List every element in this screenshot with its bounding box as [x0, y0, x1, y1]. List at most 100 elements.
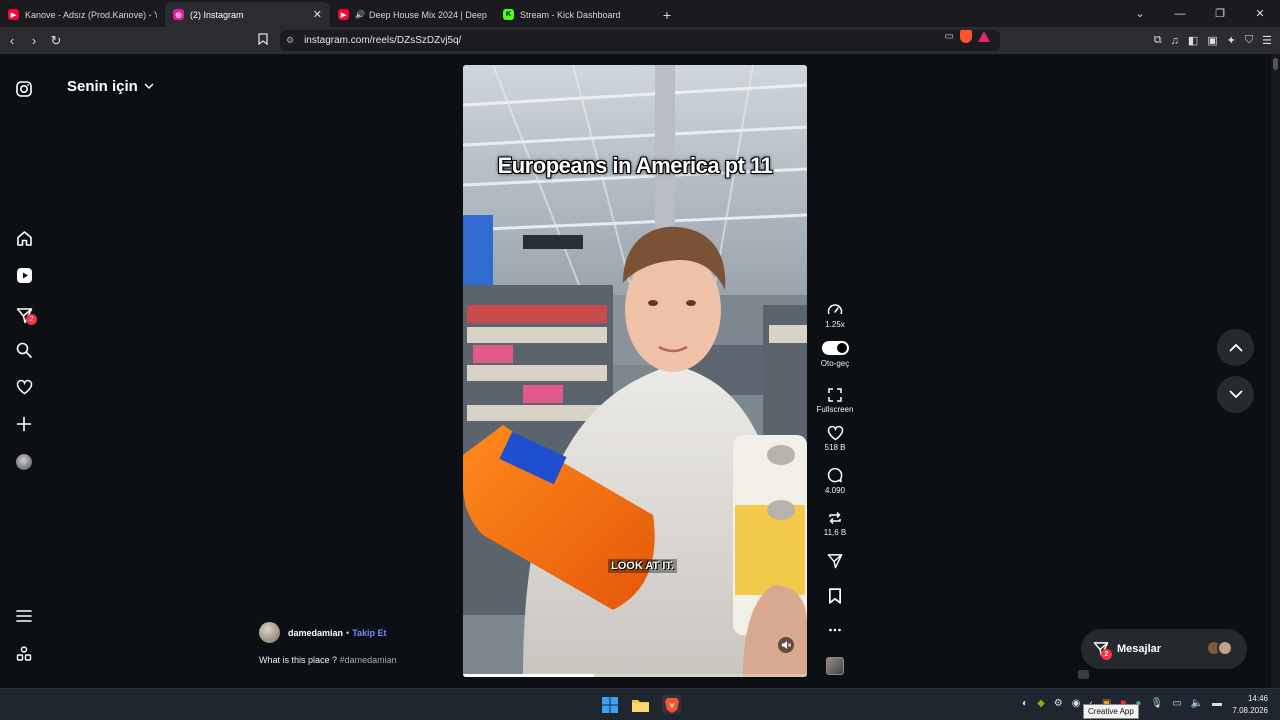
file-explorer-icon[interactable] [631, 695, 650, 714]
tab-title: Kanove - Adsız (Prod.Kanove) - YouTube [25, 9, 157, 20]
save-button[interactable] [815, 588, 855, 606]
instagram-logo-icon[interactable] [14, 79, 34, 99]
notifications-heart-icon[interactable] [14, 377, 34, 397]
share-button[interactable] [815, 553, 855, 571]
author-username[interactable]: damedamian [288, 628, 343, 638]
brave-browser-icon[interactable] [662, 695, 681, 714]
nvidia-icon[interactable]: ◆ [1037, 698, 1045, 709]
tab-list-chevron-icon[interactable]: ⌄ [1120, 7, 1160, 20]
close-tab-icon[interactable]: ✕ [313, 8, 322, 21]
vpn-icon[interactable]: ⛉ [1245, 34, 1253, 47]
home-icon[interactable] [14, 228, 34, 248]
wallet-icon[interactable]: ▣ [1207, 34, 1217, 47]
reload-button[interactable]: ↻ [46, 33, 66, 49]
battery-icon[interactable]: ▬ [1212, 698, 1222, 709]
comment-button[interactable]: 4.090 [815, 468, 855, 495]
audio-thumbnail-image [826, 657, 844, 675]
discord-icon[interactable]: ◉ [1072, 698, 1081, 709]
caption-text: What is this place ? [259, 655, 338, 665]
messages-icon[interactable]: 2 [14, 305, 37, 325]
autoplay-toggle[interactable]: Oto-geç [815, 341, 855, 368]
menu-icon[interactable] [14, 606, 34, 626]
new-tab-button[interactable]: + [655, 2, 679, 27]
messages-panel-button[interactable]: 2 Mesajlar [1081, 629, 1247, 669]
author-avatar[interactable] [259, 622, 280, 643]
audio-thumbnail[interactable] [815, 657, 855, 675]
reel-video-player[interactable]: Europeans in America pt 11 LOOK AT IT. [463, 65, 807, 677]
tab-strip: ▶ Kanove - Adsız (Prod.Kanove) - YouTube… [0, 0, 1280, 27]
media-icon[interactable]: ♫ [1171, 35, 1179, 47]
reels-icon[interactable] [14, 265, 34, 285]
more-apps-icon[interactable] [14, 644, 34, 664]
search-icon[interactable] [14, 340, 34, 360]
floating-square-icon[interactable] [1078, 670, 1089, 679]
send-icon [827, 554, 843, 569]
speaker-icon[interactable]: 🔊 [355, 10, 365, 19]
feed-selector[interactable]: Senin için [67, 78, 154, 95]
profile-avatar[interactable] [14, 452, 34, 472]
minimize-button[interactable]: — [1160, 8, 1200, 20]
fullscreen-button[interactable]: Fullscreen [815, 387, 855, 414]
mute-icon[interactable] [778, 637, 794, 653]
tab-youtube-kanove[interactable]: ▶ Kanove - Adsız (Prod.Kanove) - YouTube [0, 2, 165, 27]
network-icon[interactable]: ▭ [1172, 698, 1181, 709]
heart-icon [827, 425, 843, 441]
windows-start-icon[interactable] [600, 695, 619, 714]
site-settings-icon[interactable]: ⚙ [286, 35, 294, 46]
fullscreen-icon [828, 388, 842, 402]
tab-kick[interactable]: K Stream - Kick Dashboard [495, 2, 655, 27]
close-window-button[interactable]: ✕ [1240, 7, 1280, 20]
brave-shields-icon[interactable] [960, 30, 972, 43]
create-icon[interactable] [14, 414, 34, 434]
microphone-icon[interactable]: 🎙 [1150, 698, 1163, 709]
youtube-favicon-icon: ▶ [8, 9, 19, 20]
contact-avatar [1217, 640, 1233, 656]
toggle-switch[interactable] [821, 341, 849, 355]
messages-badge: 2 [26, 314, 37, 325]
cast-icon[interactable]: ▭ [945, 31, 954, 42]
toolbar-extensions: ⧉ ♫ ◧ ▣ ✦ ⛉ ☰ [1154, 27, 1272, 54]
taskbar-apps [600, 695, 681, 714]
leo-ai-icon[interactable]: ✦ [1227, 34, 1236, 47]
caption-hashtag[interactable]: #damedamian [340, 655, 397, 665]
brave-rewards-icon[interactable] [978, 31, 990, 42]
next-reel-button[interactable] [1217, 376, 1254, 413]
like-button[interactable]: 518 B [815, 425, 855, 452]
youtube-favicon-icon: ▶ [338, 9, 349, 20]
sidebar-icon[interactable]: ◧ [1188, 34, 1198, 47]
follow-button[interactable]: Takip Et [352, 628, 386, 638]
messages-send-icon: 2 [1093, 641, 1112, 660]
page-scrollbar[interactable] [1271, 54, 1280, 688]
bookmark-icon[interactable] [258, 33, 268, 48]
autoplay-label: Oto-geç [820, 359, 850, 368]
speed-label: 1.25x [825, 320, 845, 329]
instagram-sidebar: 2 [0, 54, 48, 688]
steam-icon[interactable]: ⚙ [1054, 698, 1063, 709]
tab-youtube-deephouse[interactable]: ▶ 🔊 Deep House Mix 2024 | Deep House [330, 2, 495, 27]
reel-caption: What is this place ? #damedamian [259, 655, 397, 665]
bookmark-icon [828, 588, 841, 604]
forward-button[interactable]: › [24, 33, 44, 48]
previous-reel-button[interactable] [1217, 329, 1254, 366]
tab-instagram[interactable]: ◎ (2) Instagram ✕ [165, 2, 330, 27]
browser-menu-icon[interactable]: ☰ [1262, 34, 1272, 47]
scrollbar-thumb[interactable] [1273, 58, 1278, 70]
fullscreen-label: Fullscreen [816, 405, 854, 414]
speed-button[interactable]: 1.25x [815, 302, 855, 329]
back-button[interactable]: ‹ [2, 33, 22, 48]
reel-progress-bar[interactable] [463, 674, 807, 677]
comment-icon [827, 468, 843, 483]
more-options-button[interactable] [815, 622, 855, 640]
tray-app-icon[interactable]: ◐ [1022, 698, 1028, 709]
repost-button[interactable]: 11,6 B [815, 510, 855, 537]
volume-icon[interactable]: 🔈 [1191, 698, 1203, 709]
taskbar-tooltip: Creative App [1083, 704, 1139, 719]
url-text: instagram.com/reels/DZsSzDZvj5q/ [304, 35, 462, 46]
clock[interactable]: 14:46 7.08.2026 [1232, 693, 1268, 717]
extensions-icon[interactable]: ⧉ [1154, 34, 1162, 47]
messages-badge: 2 [1101, 649, 1112, 660]
separator: • [346, 627, 350, 638]
reel-title-overlay: Europeans in America pt 11 [497, 153, 773, 178]
maximize-button[interactable]: ❐ [1200, 7, 1240, 20]
address-bar[interactable]: ⚙ instagram.com/reels/DZsSzDZvj5q/ ▭ [280, 30, 1000, 51]
